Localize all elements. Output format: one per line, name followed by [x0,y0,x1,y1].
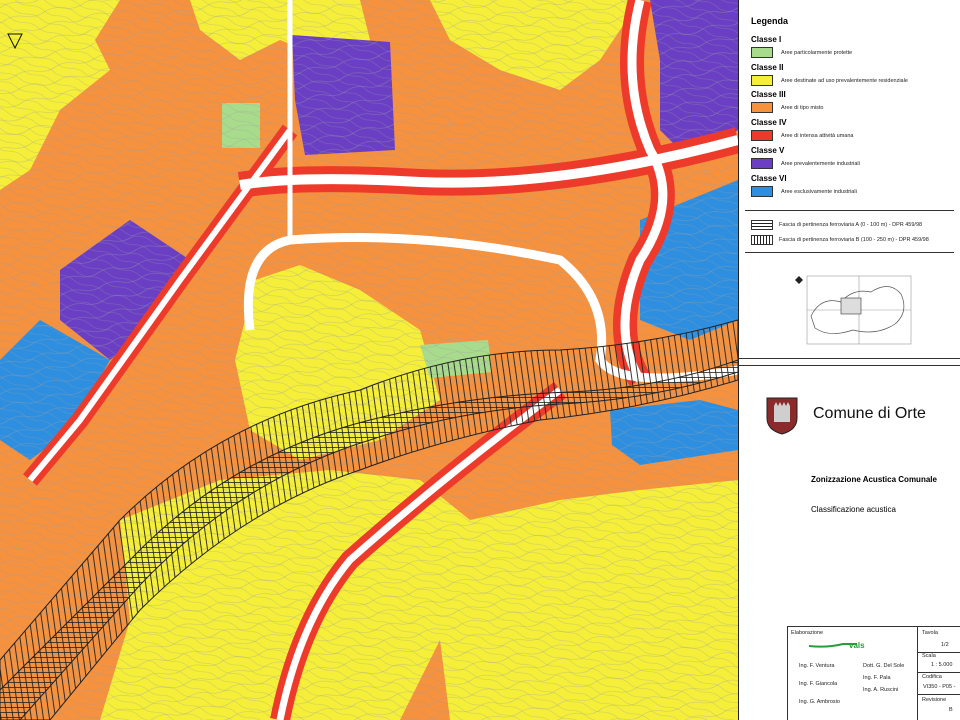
company-logo: vals [809,641,865,650]
elaborazione-label: Elaborazione [791,630,824,636]
class-iii-desc: Aree di tipo misto [781,105,824,111]
class-vi-desc: Aree esclusivamente industriali [781,189,857,195]
legend-panel: Legenda Classe I Aree particolarmente pr… [738,0,960,720]
person-right-1: Dott. G. Del Sole [863,663,905,669]
title-divider-2 [739,365,960,366]
person-right-2: Ing. F. Pala [863,675,891,681]
revisione-value: B [949,707,953,713]
acoustic-zoning-map[interactable] [0,0,738,720]
class-vi-swatch [751,186,773,197]
coat-of-arms-icon [766,397,798,435]
scala-label: Scala [922,653,936,659]
class-i-desc: Aree particolarmente protette [781,50,853,56]
revisione-label: Revisione [922,697,947,703]
legend-divider-2 [745,252,954,253]
class-ii-swatch [751,75,773,86]
class-ii-desc: Aree destinate ad uso prevalentemente re… [781,78,908,84]
class-iii-label: Classe III [751,90,786,99]
class-iv-swatch [751,130,773,141]
person-left-3: Ing. G. Ambrosio [799,699,840,705]
rail-band-a-swatch [751,220,773,230]
svg-text:vals: vals [849,641,865,650]
person-left-2: Ing. F. Giancola [799,681,838,687]
person-right-3: Ing. A. Ruscini [863,687,899,693]
class-i-label: Classe I [751,35,782,44]
class-v-label: Classe V [751,146,785,155]
class-iv-label: Classe IV [751,118,787,127]
person-left-1: Ing. F. Ventura [799,663,835,669]
title-divider [739,358,960,359]
scala-value: 1 : 5.000 [931,662,953,668]
class-v-desc: Aree prevalentemente industriali [781,161,860,167]
key-map [795,275,912,345]
class-ii-label: Classe II [751,63,784,72]
rail-band-b-swatch [751,235,773,245]
class-i-swatch [751,47,773,58]
rail-band-b-desc: Fascia di pertinenza ferroviaria B (100 … [779,237,929,243]
class-iii-swatch [751,102,773,113]
tavola-value: 1/2 [941,642,949,648]
legend-title: Legenda [751,16,789,26]
legend-divider [745,210,954,211]
class-iv-desc: Aree di intensa attività umana [781,133,854,139]
codifica-label: Codifica [922,674,942,680]
info-divider [787,626,960,627]
project-title: Zonizzazione Acustica Comunale [811,475,937,484]
class-vi-label: Classe VI [751,174,787,183]
subject-title: Classificazione acustica [811,505,896,514]
tavola-label: Tavola [922,630,938,636]
rail-band-a-desc: Fascia di pertinenza ferroviaria A (0 - … [779,222,923,228]
municipality-title: Comune di Orte [813,405,926,422]
class-v-swatch [751,158,773,169]
codifica-value: VI350 - P05 - [923,684,956,690]
